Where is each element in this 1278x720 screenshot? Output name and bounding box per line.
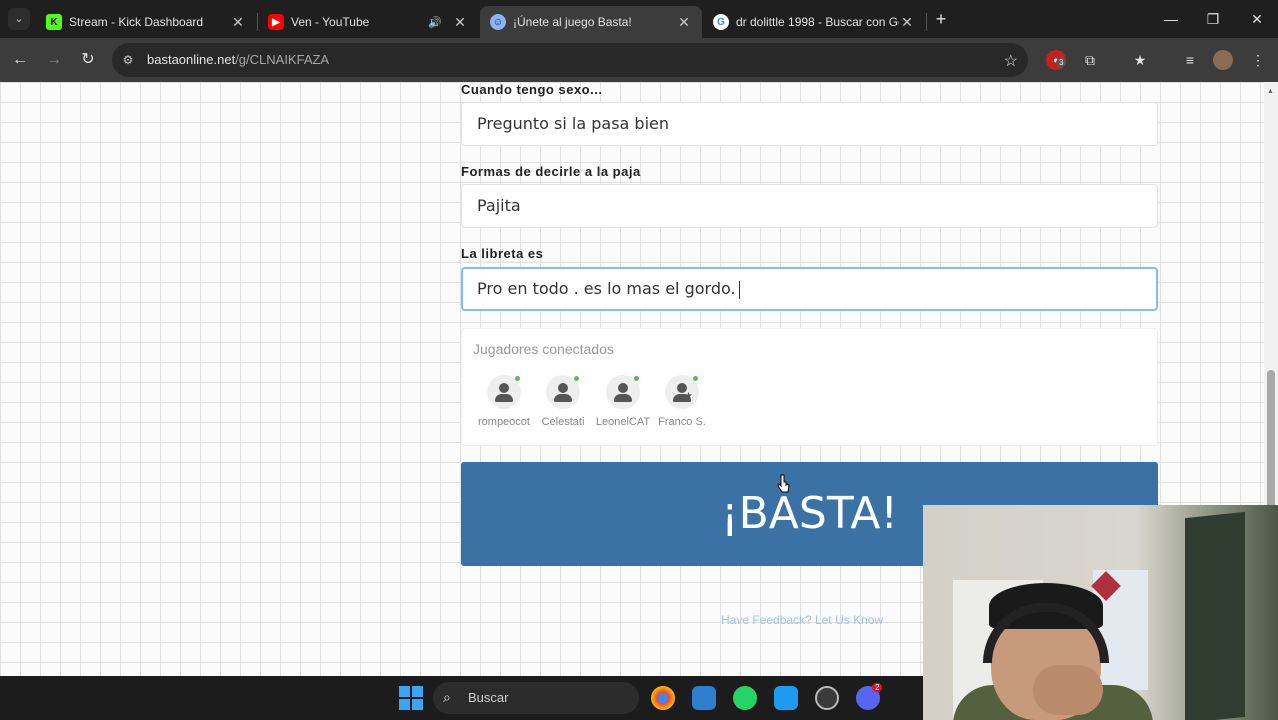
windows-start-icon[interactable] bbox=[399, 686, 423, 710]
address-bar[interactable]: ⚙ bastaonline.net/g/CLNAIKFAZA ☆ bbox=[112, 43, 1028, 77]
taskbar-search[interactable]: Buscar bbox=[433, 682, 639, 714]
close-icon[interactable]: ✕ bbox=[899, 14, 915, 31]
profile-avatar[interactable] bbox=[1213, 50, 1233, 70]
feedback-link[interactable]: Have Feedback? Let Us Know bbox=[721, 613, 883, 627]
player-name: LeonelCAT bbox=[595, 416, 651, 428]
speaker-icon[interactable]: 🔊 bbox=[428, 16, 442, 29]
scroll-up-arrow-icon[interactable]: ▲ bbox=[1267, 88, 1274, 95]
tab-youtube[interactable]: ▶ Ven - YouTube 🔊 ✕ bbox=[258, 6, 478, 38]
window-close-icon[interactable]: ✕ bbox=[1236, 0, 1278, 38]
tab-title: ¡Únete al juego Basta! bbox=[513, 15, 632, 29]
player-name: Celestati bbox=[541, 416, 585, 428]
tab-separator bbox=[926, 13, 927, 31]
player-item: LeonelCAT bbox=[592, 375, 654, 428]
basta-icon: ☺ bbox=[490, 14, 506, 30]
site-info-icon[interactable]: ⚙ bbox=[120, 52, 136, 68]
user-icon bbox=[606, 375, 640, 409]
player-name: Franco S. bbox=[658, 416, 706, 428]
close-icon[interactable]: ✕ bbox=[452, 14, 468, 31]
connected-players-panel: Jugadores conectados rompeocot Celestati… bbox=[461, 328, 1158, 446]
online-status-dot bbox=[515, 376, 520, 381]
answer-text: Pro en todo . es lo mas el gordo. bbox=[477, 279, 736, 298]
category-label: La libreta es bbox=[461, 246, 544, 261]
reload-icon[interactable]: ↻ bbox=[74, 46, 102, 74]
players-title: Jugadores conectados bbox=[473, 341, 614, 357]
back-arrow-icon[interactable]: ← bbox=[6, 46, 34, 74]
player-name: rompeocot bbox=[478, 416, 530, 428]
youtube-icon: ▶ bbox=[268, 14, 284, 30]
category-answer-input[interactable]: Pajita bbox=[461, 184, 1158, 228]
tab-title: dr dolittle 1998 - Buscar con Go bbox=[736, 15, 899, 29]
player-item: ★ Franco S. bbox=[651, 375, 713, 428]
online-status-dot bbox=[693, 376, 698, 381]
text-caret bbox=[738, 280, 740, 299]
host-user-icon: ★ bbox=[665, 375, 699, 409]
mouse-pointer-icon bbox=[777, 474, 790, 493]
kick-icon: K bbox=[46, 14, 62, 30]
url-text: bastaonline.net/g/CLNAIKFAZA bbox=[147, 52, 329, 67]
restore-icon[interactable]: ❐ bbox=[1192, 0, 1234, 38]
menu-kebab-icon[interactable]: ⋮ bbox=[1248, 50, 1268, 70]
category-label: Cuando tengo sexo... bbox=[461, 82, 603, 97]
category-answer-input-focused[interactable]: Pro en todo . es lo mas el gordo. bbox=[461, 267, 1158, 311]
google-icon: G bbox=[713, 14, 729, 30]
user-icon bbox=[487, 375, 521, 409]
category-answer-input[interactable]: Pregunto si la pasa bien bbox=[461, 102, 1158, 146]
tab-title: Stream - Kick Dashboard bbox=[69, 15, 204, 29]
category-label: Formas de decirle a la paja bbox=[461, 164, 641, 179]
online-status-dot bbox=[574, 376, 579, 381]
webcam-overlay bbox=[923, 505, 1278, 720]
obs-icon[interactable] bbox=[815, 686, 839, 710]
close-icon[interactable]: ✕ bbox=[230, 14, 246, 31]
forward-arrow-icon[interactable]: → bbox=[40, 46, 68, 74]
player-item: rompeocot bbox=[473, 375, 535, 428]
user-icon bbox=[546, 375, 580, 409]
chrome-taskbar-icon[interactable] bbox=[651, 686, 675, 710]
new-tab-plus-icon[interactable]: + bbox=[930, 8, 952, 30]
favorites-icon[interactable]: ★ bbox=[1130, 50, 1150, 70]
desktop-app-icon[interactable] bbox=[692, 686, 716, 710]
tab-kick-dashboard[interactable]: K Stream - Kick Dashboard ✕ bbox=[36, 6, 256, 38]
close-icon[interactable]: ✕ bbox=[676, 14, 692, 31]
tab-search-chevron-icon[interactable]: ⌄ bbox=[8, 8, 30, 30]
extensions-puzzle-icon[interactable]: ⧉ bbox=[1080, 50, 1100, 70]
url-host: bastaonline.net bbox=[147, 52, 236, 67]
url-path: /g/CLNAIKFAZA bbox=[235, 52, 330, 67]
search-icon: ⌕ bbox=[443, 689, 451, 705]
online-status-dot bbox=[634, 376, 639, 381]
player-item: Celestati bbox=[532, 375, 594, 428]
tab-title: Ven - YouTube bbox=[291, 15, 370, 29]
tab-basta[interactable]: ☺ ¡Únete al juego Basta! ✕ bbox=[480, 6, 702, 38]
twitter-icon[interactable] bbox=[774, 686, 798, 710]
media-controls-icon[interactable]: ≡ bbox=[1180, 50, 1200, 70]
tab-google-search[interactable]: G dr dolittle 1998 - Buscar con Go ✕ bbox=[703, 6, 925, 38]
whatsapp-icon[interactable] bbox=[733, 686, 757, 710]
star-icon: ★ bbox=[684, 391, 693, 402]
minimize-icon[interactable]: — bbox=[1150, 0, 1192, 38]
bookmark-star-icon[interactable]: ☆ bbox=[1004, 51, 1018, 71]
